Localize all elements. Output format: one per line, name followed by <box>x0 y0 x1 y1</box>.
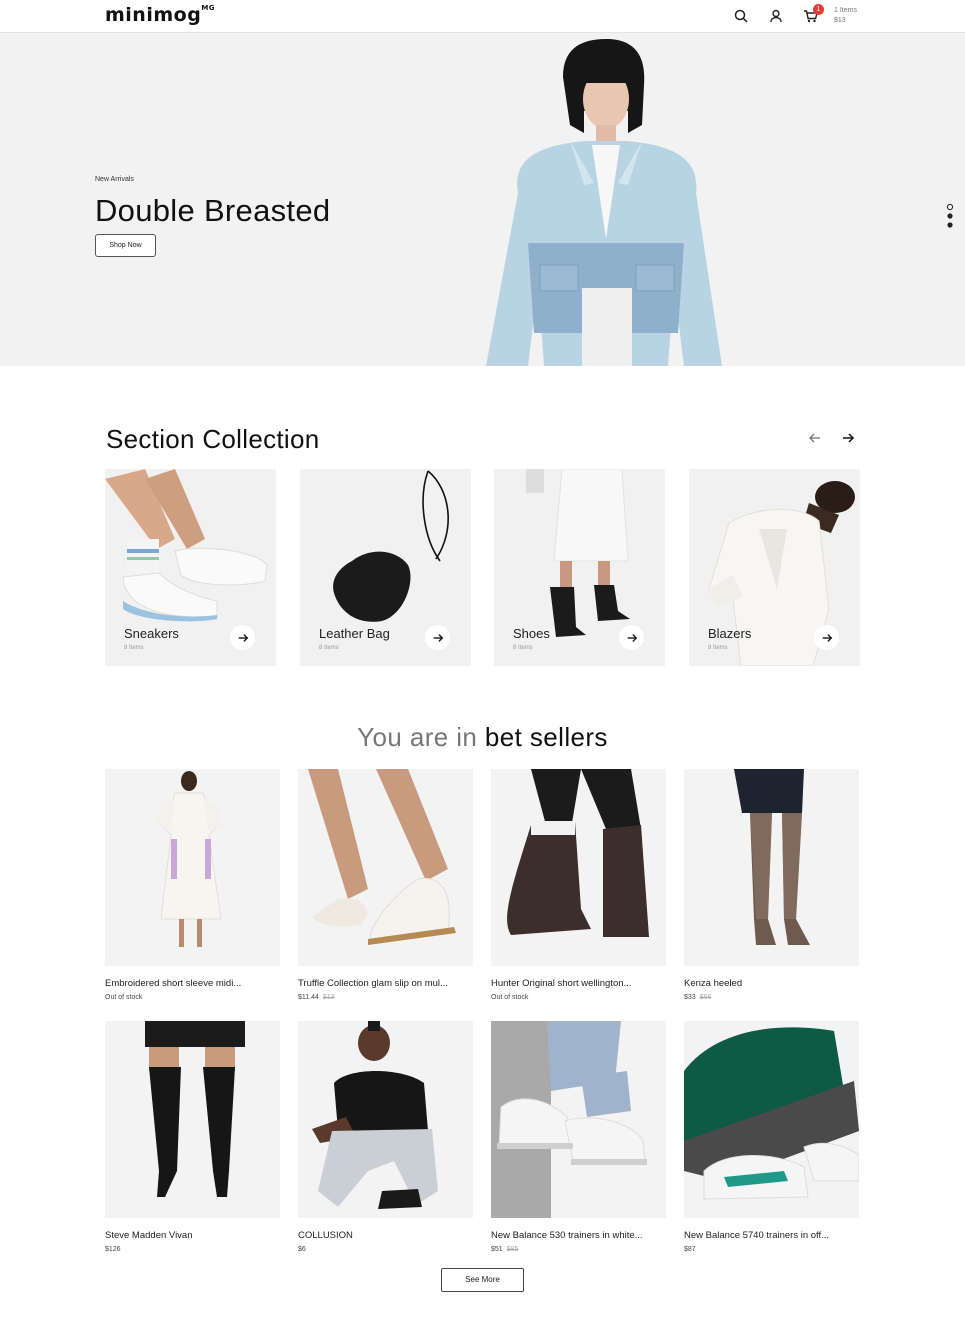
product-name[interactable]: Hunter Original short wellington... <box>491 978 666 989</box>
product-name[interactable]: COLLUSION <box>298 1230 473 1241</box>
cart-count-badge: 1 <box>813 4 824 15</box>
product-image <box>684 1027 859 1200</box>
card-arrow-button[interactable] <box>230 625 255 650</box>
card-count: 8 Items <box>124 645 144 651</box>
product-price: $51 $85 <box>491 1246 519 1253</box>
product-price: $6 <box>298 1246 306 1253</box>
product-image <box>157 771 223 947</box>
product-card[interactable]: COLLUSION $6 <box>298 1021 473 1253</box>
product-price: $33 $66 <box>684 994 712 1001</box>
product-price: $126 <box>105 1246 121 1253</box>
cart-items-count: 1 Items <box>834 7 857 14</box>
card-label: Shoes <box>513 626 550 641</box>
arrow-right-icon <box>627 633 637 642</box>
collection-card-blazers[interactable]: Blazers 8 Items <box>689 469 860 666</box>
card-count: 8 Items <box>708 645 728 651</box>
product-price: $11.44 $13 <box>298 994 335 1001</box>
hero-model-image <box>486 39 722 366</box>
product-name[interactable]: New Balance 530 trainers in white... <box>491 1230 666 1241</box>
product-image <box>308 769 456 945</box>
next-arrow-icon[interactable] <box>841 431 855 445</box>
product-price: Out of stock <box>491 994 529 1001</box>
cart-total: $13 <box>834 17 846 24</box>
product-name[interactable]: Embroidered short sleeve midi... <box>105 978 280 989</box>
card-count: 8 Items <box>319 645 339 651</box>
product-card[interactable]: New Balance 530 trainers in white... $51… <box>491 1021 666 1253</box>
product-name[interactable]: Truffle Collection glam slip on mul... <box>298 978 473 989</box>
product-card[interactable]: Embroidered short sleeve midi... Out of … <box>105 769 280 1001</box>
account-icon[interactable] <box>768 8 784 24</box>
card-label: Blazers <box>708 626 752 641</box>
cart-summary[interactable]: 1 Items $13 <box>834 6 857 26</box>
product-image <box>491 1021 647 1218</box>
see-more-button[interactable]: See More <box>441 1268 524 1292</box>
product-card[interactable]: Steve Madden Vivan $126 <box>105 1021 280 1253</box>
product-image <box>312 1021 438 1209</box>
card-arrow-button[interactable] <box>619 625 644 650</box>
brand-logo[interactable]: minimogMG <box>105 4 215 26</box>
hero-kicker: New Arrivals <box>95 176 134 183</box>
product-image <box>145 1021 245 1197</box>
slider-pagination-dots[interactable] <box>945 203 955 229</box>
product-card[interactable]: Kenza heeled $33 $66 <box>684 769 859 1001</box>
arrow-right-icon <box>238 633 248 642</box>
product-name[interactable]: New Balance 5740 trainers in off... <box>684 1230 859 1241</box>
card-arrow-button[interactable] <box>814 625 839 650</box>
product-image <box>734 769 810 945</box>
collection-card-sneakers[interactable]: Sneakers 8 Items <box>105 469 276 666</box>
card-count: 8 Items <box>513 645 533 651</box>
card-arrow-button[interactable] <box>425 625 450 650</box>
arrow-right-icon <box>822 633 832 642</box>
product-card[interactable]: Truffle Collection glam slip on mul... $… <box>298 769 473 1001</box>
product-card[interactable]: New Balance 5740 trainers in off... $87 <box>684 1021 859 1253</box>
section-collection-title: Section Collection <box>106 424 320 454</box>
search-icon[interactable] <box>733 8 749 24</box>
site-header: minimogMG 1 1 Items $13 <box>0 0 965 33</box>
product-name[interactable]: Kenza heeled <box>684 978 859 989</box>
product-name[interactable]: Steve Madden Vivan <box>105 1230 280 1241</box>
hero-title: Double Breasted <box>95 193 331 228</box>
shop-now-button[interactable]: Shop Now <box>95 234 156 257</box>
product-price: $87 <box>684 1246 696 1253</box>
hero-banner: New Arrivals Double Breasted Shop Now <box>0 33 965 366</box>
product-image <box>507 769 649 937</box>
product-card[interactable]: Hunter Original short wellington... Out … <box>491 769 666 1001</box>
card-label: Sneakers <box>124 626 179 641</box>
collection-card-leather-bag[interactable]: Leather Bag 8 Items <box>300 469 471 666</box>
card-label: Leather Bag <box>319 626 390 641</box>
arrow-right-icon <box>433 633 443 642</box>
collection-card-shoes[interactable]: Shoes 8 Items <box>494 469 665 666</box>
prev-arrow-icon[interactable] <box>808 431 822 445</box>
product-price: Out of stock <box>105 994 143 1001</box>
bestsellers-heading: You are in bet sellers <box>357 722 608 752</box>
